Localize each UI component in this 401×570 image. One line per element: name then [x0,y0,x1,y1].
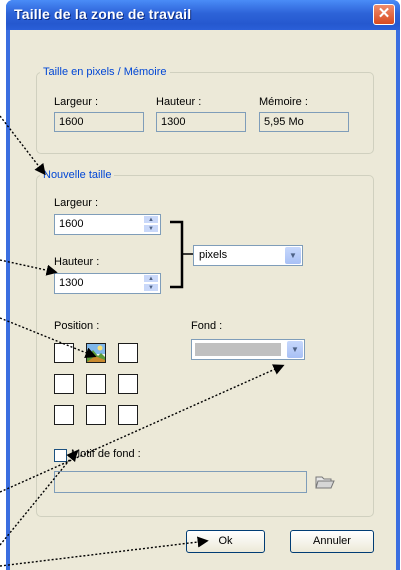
callout-arrow-pattern [0,449,78,546]
callout-arrow-new-size [0,115,46,176]
callout-arrow-height [0,259,58,276]
callout-arrow-position [0,317,97,359]
callout-arrow-background [0,364,285,493]
callout-arrow-ok [0,536,209,567]
callout-arrows [0,115,285,567]
